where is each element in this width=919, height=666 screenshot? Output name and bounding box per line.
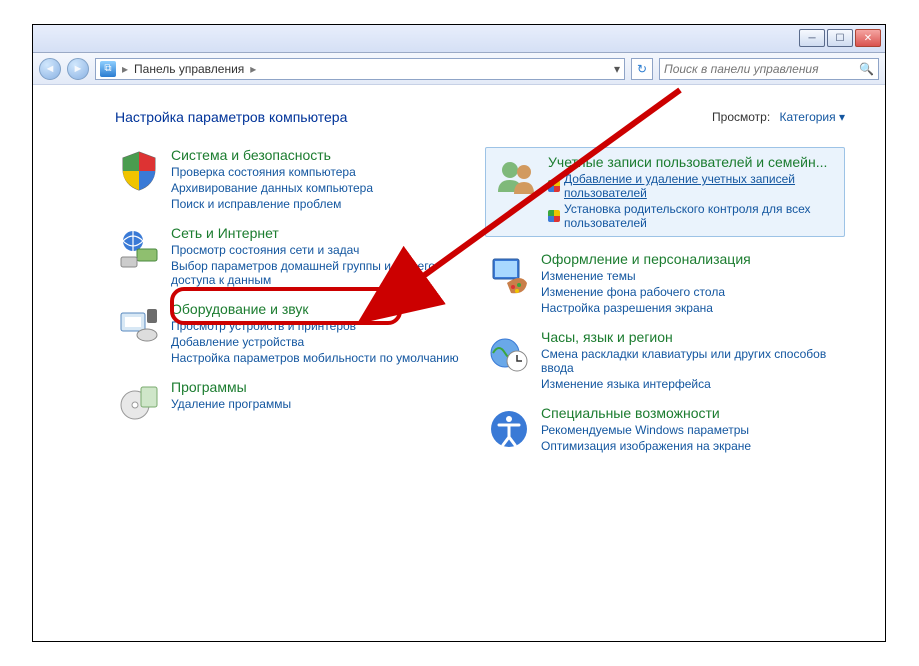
breadcrumb-root[interactable]: Панель управления [134,62,244,76]
link-parental-control[interactable]: Установка родительского контроля для все… [548,202,838,230]
link-recommended[interactable]: Рекомендуемые Windows параметры [541,423,751,437]
link-mobility[interactable]: Настройка параметров мобильности по умол… [171,351,459,365]
link-ui-language[interactable]: Изменение языка интерфейса [541,377,845,391]
refresh-button[interactable]: ↻ [631,58,653,80]
link-uninstall[interactable]: Удаление программы [171,397,291,411]
control-panel-icon: ⧉ [100,61,116,77]
ease-of-access-icon [485,405,533,453]
link-optimize-display[interactable]: Оптимизация изображения на экране [541,439,751,453]
category-title[interactable]: Оборудование и звук [171,301,459,317]
link-homegroup[interactable]: Выбор параметров домашней группы и общег… [171,259,475,287]
category-title[interactable]: Учетные записи пользователей и семейн... [548,154,838,170]
category-ease-of-access: Специальные возможности Рекомендуемые Wi… [485,405,845,453]
category-title[interactable]: Оформление и персонализация [541,251,751,267]
category-title[interactable]: Специальные возможности [541,405,751,421]
category-programs: Программы Удаление программы [115,379,475,427]
crumb-sep-icon: ▸ [122,62,128,76]
programs-icon [115,379,163,427]
view-setting: Просмотр: Категория ▾ [712,110,845,124]
search-input[interactable] [664,62,874,76]
shield-icon [548,210,560,222]
user-accounts-icon [492,154,540,202]
back-button[interactable]: ◄ [39,58,61,80]
search-box[interactable]: 🔍 [659,58,879,80]
network-icon [115,225,163,273]
link-check-status[interactable]: Проверка состояния компьютера [171,165,373,179]
system-security-icon [115,147,163,195]
close-button[interactable]: ✕ [855,29,881,47]
minimize-button[interactable]: ─ [799,29,825,47]
category-title[interactable]: Программы [171,379,291,395]
category-title[interactable]: Часы, язык и регион [541,329,845,345]
hardware-icon [115,301,163,349]
titlebar: ─ ☐ ✕ [33,25,885,53]
appearance-icon [485,251,533,299]
category-appearance: Оформление и персонализация Изменение те… [485,251,845,315]
link-theme[interactable]: Изменение темы [541,269,751,283]
category-title[interactable]: Система и безопасность [171,147,373,163]
clock-icon [485,329,533,377]
view-label: Просмотр: [712,110,770,124]
crumb-sep-icon: ▸ [250,62,256,76]
forward-button[interactable]: ► [67,58,89,80]
category-network: Сеть и Интернет Просмотр состояния сети … [115,225,475,287]
link-backup[interactable]: Архивирование данных компьютера [171,181,373,195]
address-bar[interactable]: ⧉ ▸ Панель управления ▸ ▾ [95,58,625,80]
view-value-dropdown[interactable]: Категория ▾ [780,110,845,124]
toolbar: ◄ ► ⧉ ▸ Панель управления ▸ ▾ ↻ 🔍 [33,53,885,85]
address-dropdown-icon[interactable]: ▾ [614,62,620,76]
search-icon[interactable]: 🔍 [859,62,874,76]
link-wallpaper[interactable]: Изменение фона рабочего стола [541,285,751,299]
link-add-device[interactable]: Добавление устройства [171,335,459,349]
link-devices-printers[interactable]: Просмотр устройств и принтеров [171,319,459,333]
link-keyboard-layout[interactable]: Смена раскладки клавиатуры или других сп… [541,347,845,375]
category-system-security: Система и безопасность Проверка состояни… [115,147,475,211]
link-resolution[interactable]: Настройка разрешения экрана [541,301,751,315]
category-title[interactable]: Сеть и Интернет [171,225,475,241]
link-troubleshoot[interactable]: Поиск и исправление проблем [171,197,373,211]
link-network-status[interactable]: Просмотр состояния сети и задач [171,243,475,257]
category-clock-lang-region: Часы, язык и регион Смена раскладки клав… [485,329,845,391]
maximize-button[interactable]: ☐ [827,29,853,47]
link-add-remove-accounts[interactable]: Добавление и удаление учетных записей по… [548,172,838,200]
page-title: Настройка параметров компьютера [115,109,347,125]
category-hardware: Оборудование и звук Просмотр устройств и… [115,301,475,365]
category-user-accounts: Учетные записи пользователей и семейн...… [492,154,838,230]
shield-icon [548,180,560,192]
